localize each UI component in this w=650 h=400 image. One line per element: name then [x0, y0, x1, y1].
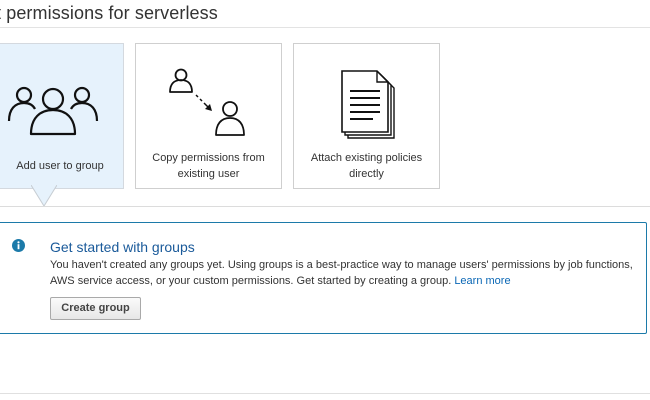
info-panel: Get started with groups You haven't crea…: [0, 222, 647, 334]
option-attach-policies[interactable]: Attach existing policies directly: [293, 43, 440, 189]
create-group-button[interactable]: Create group: [50, 297, 141, 320]
footer-divider: [0, 393, 650, 394]
document-policy-icon: [341, 70, 395, 139]
copy-user-icon: [169, 68, 245, 136]
page-title: t permissions for serverless: [0, 3, 218, 23]
info-text-line1: You haven't created any groups yet. Usin…: [50, 259, 633, 271]
option-label-line1: Copy permissions from: [152, 152, 265, 164]
option-label: Attach existing policies directly: [294, 150, 439, 182]
option-label: Add user to group: [16, 160, 104, 172]
option-copy-permissions[interactable]: Copy permissions from existing user: [135, 43, 282, 189]
option-add-user-to-group[interactable]: Add user to group: [0, 43, 124, 189]
selection-pointer-icon: [31, 185, 57, 207]
info-text-line2: AWS service access, or your custom permi…: [50, 275, 452, 287]
option-label-line1: Attach existing policies: [310, 152, 423, 164]
info-text: You haven't created any groups yet. Usin…: [50, 257, 638, 289]
section-divider: [0, 206, 650, 207]
option-label: Copy permissions from existing user: [136, 150, 281, 182]
option-label-line2: existing user: [177, 168, 240, 180]
info-title: Get started with groups: [50, 239, 195, 255]
info-icon: [12, 239, 25, 252]
users-group-icon: [7, 86, 99, 136]
title-divider: [0, 27, 650, 28]
learn-more-link[interactable]: Learn more: [454, 275, 510, 287]
option-label-line2: directly: [349, 168, 384, 180]
